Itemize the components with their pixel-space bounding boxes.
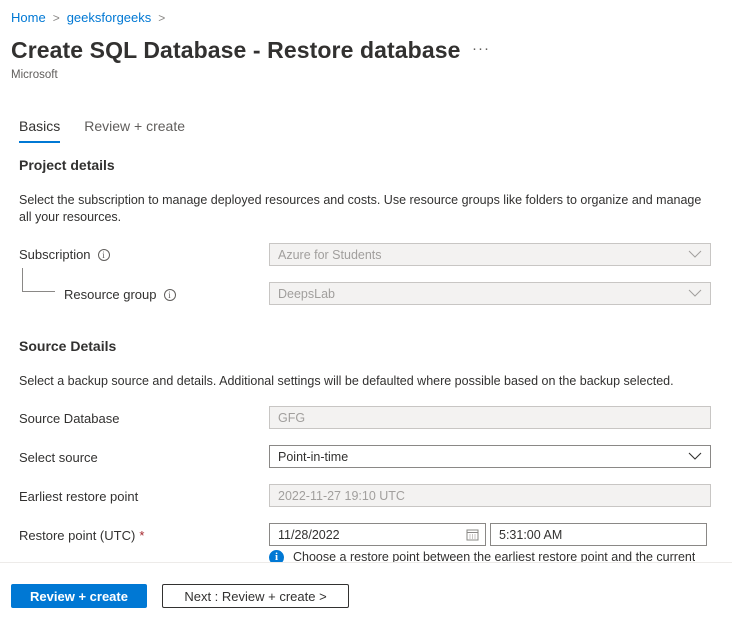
resource-group-value: DeepsLab: [278, 286, 335, 301]
resource-group-dropdown[interactable]: DeepsLab: [269, 282, 711, 305]
info-icon[interactable]: i: [97, 248, 110, 261]
project-details-description: Select the subscription to manage deploy…: [19, 193, 702, 224]
earliest-restore-point-field: 2022-11-27 19:10 UTC: [269, 484, 711, 507]
tab-basics[interactable]: Basics: [19, 118, 61, 143]
tab-bar: Basics Review + create: [19, 118, 209, 143]
chevron-down-icon: [688, 452, 702, 460]
footer-bar: Review + create Next : Review + create >: [0, 562, 732, 622]
breadcrumb-home[interactable]: Home: [11, 10, 46, 25]
restore-time-value: 5:31:00 AM: [499, 527, 563, 542]
more-options-icon[interactable]: ···: [472, 40, 490, 57]
restore-point-label: Restore point (UTC) *: [19, 528, 144, 543]
earliest-restore-point-value: 2022-11-27 19:10 UTC: [278, 488, 405, 503]
calendar-icon[interactable]: [466, 528, 479, 541]
publisher-label: Microsoft: [11, 69, 58, 81]
select-source-dropdown[interactable]: Point-in-time: [269, 445, 711, 468]
restore-point-hint: i Choose a restore point between the ear…: [269, 550, 695, 562]
source-details-heading: Source Details: [19, 338, 117, 354]
info-filled-icon: i: [269, 550, 284, 562]
subscription-label: Subscription i: [19, 247, 110, 262]
project-details-heading: Project details: [19, 157, 115, 173]
resource-group-label: Resource group i: [64, 287, 176, 302]
restore-date-value: 11/28/2022: [278, 527, 340, 542]
tree-connector: [22, 268, 55, 292]
subscription-dropdown[interactable]: Azure for Students: [269, 243, 711, 266]
source-database-value: GFG: [278, 410, 306, 425]
resource-group-label-text: Resource group: [64, 287, 157, 302]
chevron-down-icon: [688, 250, 702, 258]
required-marker: *: [139, 528, 145, 543]
breadcrumb-geeksforgeeks[interactable]: geeksforgeeks: [67, 10, 152, 25]
restore-point-hint-text: Choose a restore point between the earli…: [293, 550, 696, 562]
breadcrumb: Home > geeksforgeeks >: [11, 10, 172, 25]
chevron-right-icon: >: [52, 10, 60, 25]
tab-review-create[interactable]: Review + create: [84, 118, 185, 143]
source-database-field: GFG: [269, 406, 711, 429]
subscription-label-text: Subscription: [19, 247, 91, 262]
chevron-right-icon: >: [158, 10, 166, 25]
page-title: Create SQL Database - Restore database: [11, 37, 461, 63]
restore-time-input[interactable]: 5:31:00 AM: [490, 523, 707, 546]
chevron-down-icon: [688, 289, 702, 297]
restore-point-label-text: Restore point (UTC): [19, 528, 136, 543]
select-source-label: Select source: [19, 450, 98, 465]
restore-date-input[interactable]: 11/28/2022: [269, 523, 486, 546]
subscription-value: Azure for Students: [278, 247, 382, 262]
source-details-description: Select a backup source and details. Addi…: [19, 374, 674, 388]
review-create-button[interactable]: Review + create: [11, 584, 147, 608]
select-source-value: Point-in-time: [278, 449, 349, 464]
source-database-label: Source Database: [19, 411, 120, 426]
next-review-create-button[interactable]: Next : Review + create >: [162, 584, 349, 608]
info-icon[interactable]: i: [163, 288, 176, 301]
earliest-restore-point-label: Earliest restore point: [19, 489, 139, 504]
